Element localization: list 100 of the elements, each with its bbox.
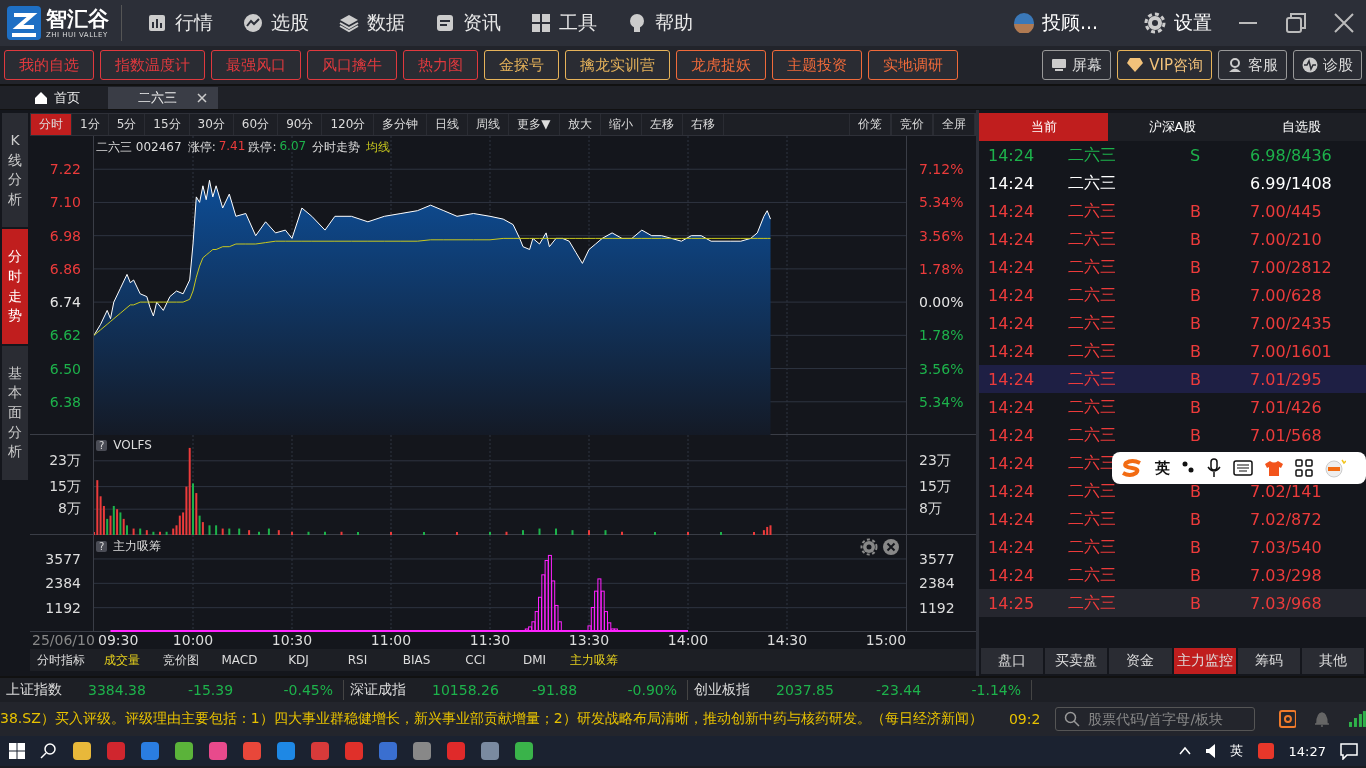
trade-row[interactable]: 14:24 二六三 B 7.03/540 (979, 533, 1366, 561)
period-button[interactable]: 左移 (641, 114, 683, 135)
indicator-tab[interactable]: 竞价图 (151, 651, 210, 669)
tool-button[interactable]: 诊股 (1293, 50, 1362, 80)
toolbar-button[interactable]: 价笼 (849, 114, 891, 135)
quick-button[interactable]: 擒龙实训营 (565, 50, 670, 80)
side-tab[interactable]: 分时走势 (2, 229, 28, 344)
list-tab[interactable]: 沪深A股 (1108, 113, 1237, 141)
trade-row[interactable]: 14:24 二六三 B 7.01/568 (979, 421, 1366, 449)
stock-name: 二六三 002467 (96, 139, 182, 156)
index-name[interactable]: 创业板指 (694, 681, 776, 699)
bell-icon (1314, 710, 1331, 728)
indicator-tab[interactable]: CCI (446, 653, 505, 667)
trade-row[interactable]: 14:25 二六三 B 7.03/968 (979, 589, 1366, 617)
indicator-tab[interactable]: MACD (210, 653, 269, 667)
indicator-tab[interactable]: KDJ (269, 653, 328, 667)
document-tab[interactable]: 二六三 (108, 87, 218, 109)
trade-row[interactable]: 14:24 二六三 B 7.01/426 (979, 393, 1366, 421)
panel-tab[interactable]: 筹码 (1237, 648, 1300, 674)
quick-button[interactable]: 龙虎捉妖 (676, 50, 766, 80)
period-button[interactable]: 15分 (145, 114, 190, 135)
time-label: 11:00 (370, 632, 412, 648)
period-button[interactable]: 缩小 (600, 114, 642, 135)
trade-row[interactable]: 14:24 二六三 B 7.00/210 (979, 225, 1366, 253)
panel-tab[interactable]: 其他 (1301, 648, 1365, 674)
search-icon (40, 742, 58, 760)
toolbar-button[interactable]: 全屏 (933, 114, 975, 135)
close-icon[interactable] (1332, 11, 1356, 35)
restore-icon[interactable] (1284, 11, 1308, 35)
indicator-label: 分时指标 (36, 651, 86, 669)
side-tab[interactable]: K线分析 (2, 113, 28, 228)
clock[interactable]: 14:27 (1288, 743, 1326, 759)
trade-row[interactable]: 14:24 二六三 B 7.00/628 (979, 281, 1366, 309)
help-badge[interactable]: ? (96, 541, 108, 552)
panel-tab[interactable]: 资金 (1109, 648, 1172, 674)
news-ticker[interactable]: 38.SZ）买入评级。评级理由主要包括：1）四大事业群稳健增长，新兴事业部贡献增量；2）研发战略布局清晰，推动创新中药与核药研发。（每日经济新闻） (0, 710, 1009, 728)
nav-item[interactable]: 资讯 (420, 10, 516, 36)
toolbar-button[interactable]: 竞价 (891, 114, 933, 135)
indicator-tab[interactable]: BIAS (387, 653, 446, 667)
limit-down-label: 跌停: (248, 139, 277, 156)
index-name[interactable]: 深证成指 (350, 681, 432, 699)
tool-button[interactable]: 屏幕 (1042, 50, 1112, 80)
period-button[interactable]: 分时 (31, 114, 72, 135)
period-button[interactable]: 多分钟 (374, 114, 428, 135)
time-label: 09:30 (98, 632, 139, 648)
quick-button[interactable]: 主题投资 (772, 50, 862, 80)
app-logo-text: 智汇谷 (46, 7, 109, 31)
period-button[interactable]: 30分 (189, 114, 234, 135)
trade-row[interactable]: 14:24 二六三 B 7.01/295 (979, 365, 1366, 393)
trade-row[interactable]: 14:24 二六三 B 7.00/2812 (979, 253, 1366, 281)
trade-row[interactable]: 14:24 二六三 B 7.00/2435 (979, 309, 1366, 337)
period-button[interactable]: 更多▼ (509, 114, 560, 135)
period-button[interactable]: 5分 (108, 114, 146, 135)
period-button[interactable]: 1分 (72, 114, 109, 135)
panel-tab[interactable]: 主力监控 (1173, 648, 1236, 674)
settings-label[interactable]: 设置 (1174, 10, 1212, 36)
ime-mode[interactable]: 英 (1155, 458, 1170, 478)
app-icon (412, 741, 432, 761)
nav-item[interactable]: 数据 (324, 10, 420, 36)
price-tick-label: 6.62 (49, 327, 81, 344)
index-name[interactable]: 上证指数 (6, 681, 88, 699)
app-icon (276, 741, 296, 761)
ime-menu[interactable]: 英 (1112, 452, 1366, 484)
period-button[interactable]: 右移 (682, 114, 724, 135)
panel-tab[interactable]: 买卖盘 (1045, 648, 1108, 674)
ime-indicator[interactable]: 英 (1229, 742, 1243, 760)
period-button[interactable]: 周线 (468, 114, 510, 135)
nav-item[interactable]: 选股 (228, 10, 324, 36)
period-button[interactable]: 60分 (233, 114, 279, 135)
quick-button[interactable]: 金探号 (484, 50, 559, 80)
panel-tab[interactable]: 盘口 (981, 648, 1044, 674)
indicator-tab[interactable]: RSI (328, 653, 387, 667)
document-tab[interactable]: 首页 (28, 87, 108, 109)
time-label: 10:30 (271, 632, 313, 648)
list-tab[interactable]: 当前 (979, 113, 1108, 141)
indicator-tab[interactable]: DMI (505, 653, 564, 667)
period-button[interactable]: 90分 (278, 114, 323, 135)
nav-item[interactable]: 行情 (132, 10, 228, 36)
nav-item[interactable]: 帮助 (612, 10, 708, 36)
period-button[interactable]: 120分 (322, 114, 375, 135)
period-button[interactable]: 放大 (559, 114, 601, 135)
list-tab[interactable]: 自选股 (1237, 113, 1366, 141)
trade-row[interactable]: 14:24 二六三 B 7.03/298 (979, 561, 1366, 589)
axis-tick-label: 2384 (45, 575, 81, 592)
trade-row[interactable]: 14:24 二六三 6.99/1408 (979, 169, 1366, 197)
period-button[interactable]: 日线 (427, 114, 469, 135)
trade-row[interactable]: 14:24 二六三 B 7.02/872 (979, 505, 1366, 533)
trade-row[interactable]: 14:24 二六三 B 7.00/1601 (979, 337, 1366, 365)
quick-button[interactable]: 实地调研 (868, 50, 958, 80)
indicator-tab[interactable]: 主力吸筹 (564, 651, 623, 669)
nav-item[interactable]: 工具 (516, 10, 612, 36)
help-badge[interactable]: ? (96, 439, 108, 451)
tool-button[interactable]: 客服 (1218, 50, 1287, 80)
indicator-tab[interactable]: 成交量 (92, 651, 151, 669)
tool-button[interactable]: VIP咨询 (1117, 50, 1212, 80)
user-name[interactable]: 投顾... (1041, 10, 1098, 36)
side-tab[interactable]: 基本面分析 (2, 345, 28, 480)
trade-row[interactable]: 14:24 二六三 B 7.00/445 (979, 197, 1366, 225)
trade-row[interactable]: 14:24 二六三 S 6.98/8436 (979, 141, 1366, 169)
search-field[interactable]: 股票代码/首字母/板块 (1054, 707, 1255, 731)
